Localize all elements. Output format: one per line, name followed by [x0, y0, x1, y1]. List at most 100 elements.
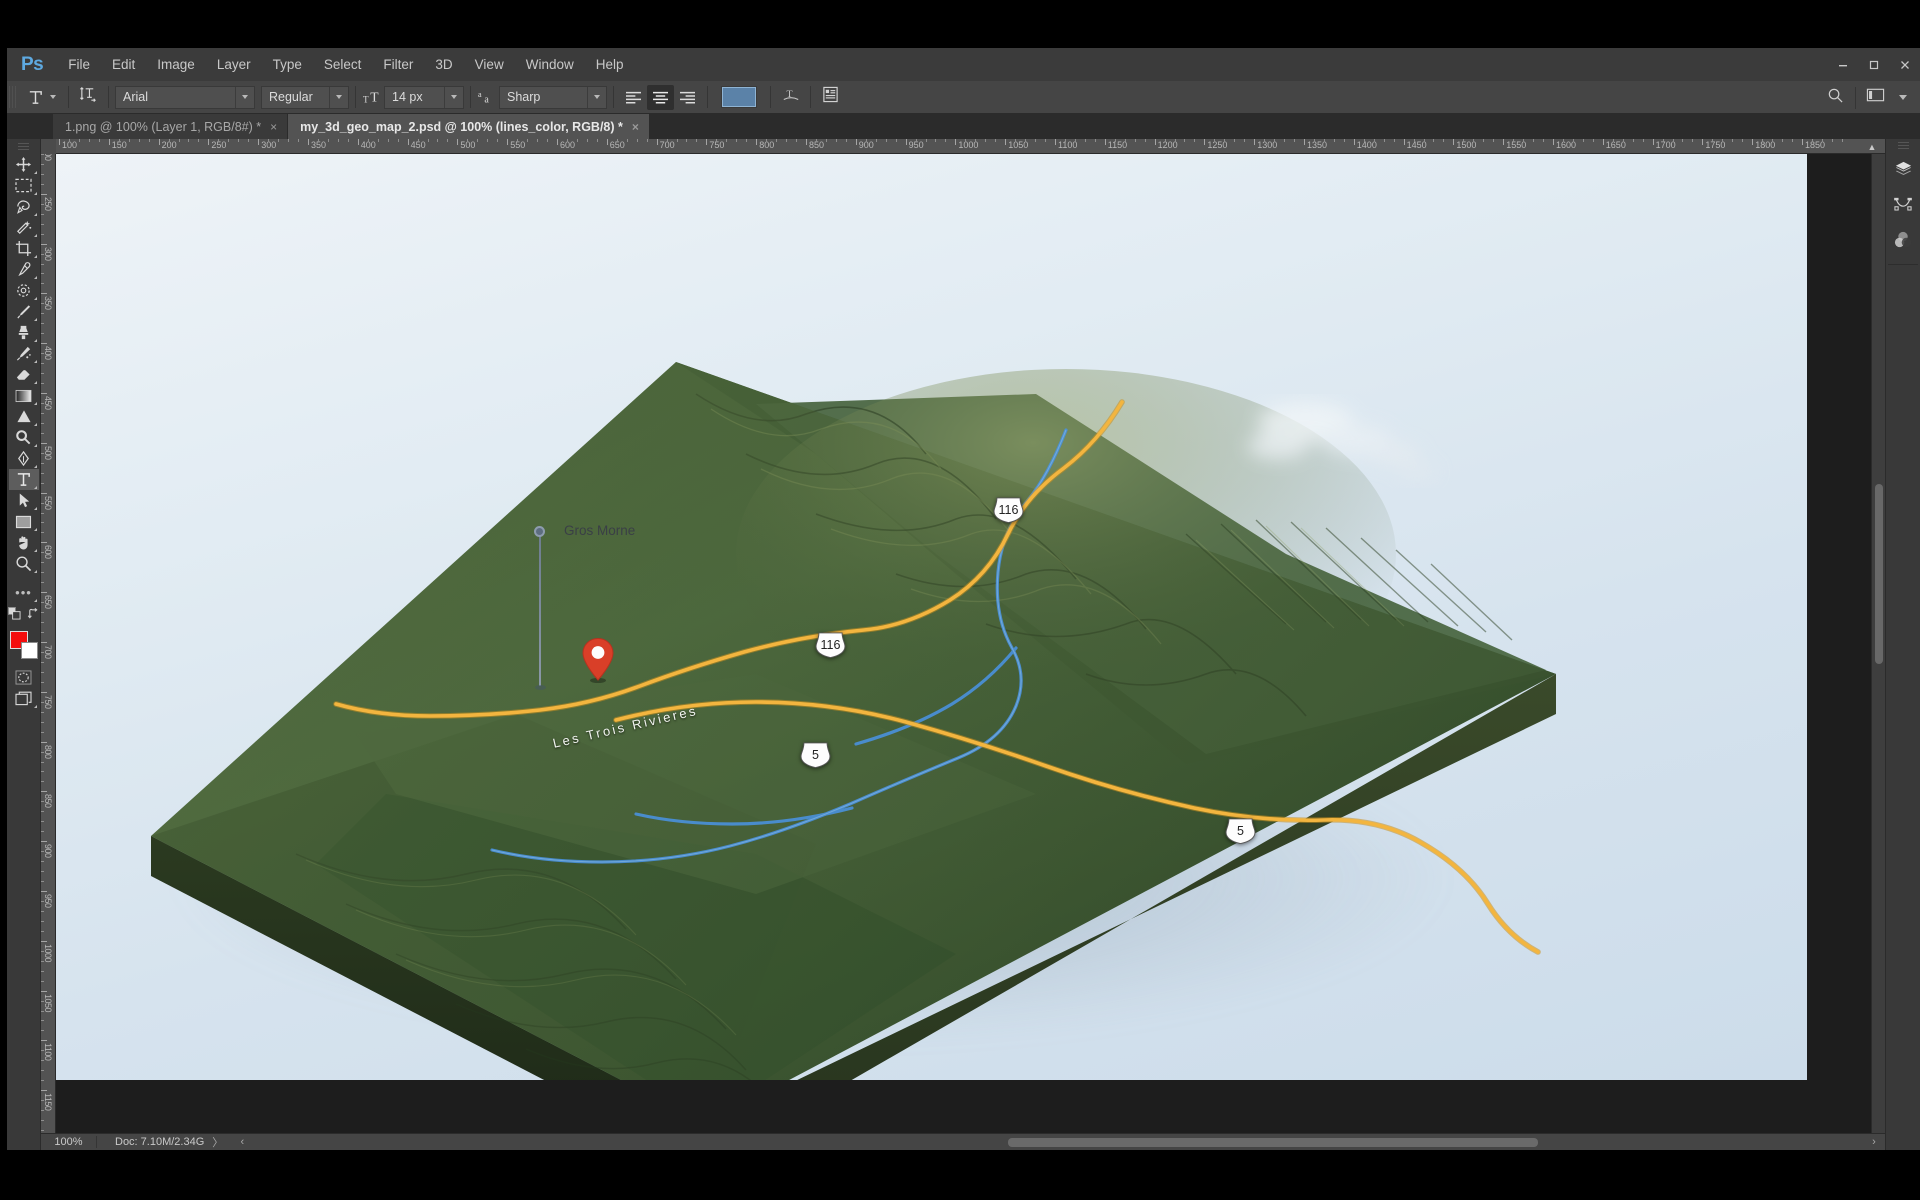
- edit-toolbar-button[interactable]: •••: [9, 582, 39, 603]
- anti-alias-chevron[interactable]: [587, 87, 606, 108]
- ruler-minor-tick: [41, 811, 44, 812]
- arrange-documents-button[interactable]: [1862, 85, 1889, 110]
- vertical-scrollbar[interactable]: [1871, 154, 1885, 1133]
- pen-tool[interactable]: [9, 448, 39, 469]
- route-shield-116-mid[interactable]: 116: [815, 631, 846, 659]
- font-style-chevron[interactable]: [329, 87, 348, 108]
- eyedropper-tool[interactable]: [9, 259, 39, 280]
- font-family-select[interactable]: Arial: [115, 86, 255, 109]
- ruler-minor-tick: [846, 139, 847, 142]
- ruler-minor-tick: [1782, 139, 1783, 142]
- blur-tool[interactable]: [9, 406, 39, 427]
- anti-alias-select[interactable]: Sharp: [499, 86, 607, 109]
- gradient-tool[interactable]: [9, 385, 39, 406]
- ruler-collapse-icon[interactable]: ▲: [1862, 139, 1882, 154]
- tab-1png[interactable]: 1.png @ 100% (Layer 1, RGB/8#) * ×: [53, 114, 288, 139]
- ruler-minor-tick: [497, 139, 498, 142]
- hand-tool[interactable]: [9, 532, 39, 553]
- menu-image[interactable]: Image: [146, 52, 206, 77]
- align-right-button[interactable]: [674, 85, 701, 110]
- tab-close-icon[interactable]: ×: [270, 120, 277, 134]
- character-paragraph-panels-button[interactable]: [817, 85, 844, 110]
- terrain-3d-model[interactable]: [56, 154, 1807, 1080]
- zoom-tool[interactable]: [9, 553, 39, 574]
- ruler-minor-tick: [41, 1080, 44, 1081]
- horizontal-scrollbar[interactable]: [253, 1134, 1863, 1151]
- color-swatches[interactable]: [10, 631, 38, 659]
- default-colors-icon[interactable]: [8, 607, 21, 625]
- horizontal-type-tool[interactable]: [9, 469, 39, 490]
- vertical-ruler[interactable]: 2002503003504004505005506006507007508008…: [41, 154, 56, 1150]
- background-color-swatch[interactable]: [21, 642, 38, 659]
- brush-tool[interactable]: [9, 301, 39, 322]
- rectangular-marquee-tool[interactable]: [9, 175, 39, 196]
- font-size-select[interactable]: 14 px: [384, 86, 464, 109]
- history-brush-tool[interactable]: [9, 343, 39, 364]
- rectangle-tool[interactable]: [9, 511, 39, 532]
- tool-preset-picker[interactable]: [18, 84, 62, 110]
- menu-help[interactable]: Help: [585, 52, 635, 77]
- route-shield-5-east[interactable]: 5: [1225, 817, 1256, 845]
- font-size-chevron[interactable]: [444, 87, 463, 108]
- search-button[interactable]: [1822, 85, 1849, 110]
- menu-layer[interactable]: Layer: [206, 52, 262, 77]
- paths-panel-button[interactable]: [1888, 189, 1919, 220]
- vertical-scrollbar-thumb[interactable]: [1875, 484, 1883, 664]
- magic-wand-tool[interactable]: [9, 217, 39, 238]
- menu-type[interactable]: Type: [262, 52, 313, 77]
- font-family-chevron[interactable]: [235, 87, 254, 108]
- layers-panel-button[interactable]: [1888, 154, 1919, 185]
- ruler-minor-tick: [677, 139, 678, 142]
- ruler-minor-tick: [41, 971, 44, 972]
- font-style-select[interactable]: Regular: [261, 86, 349, 109]
- menu-filter[interactable]: Filter: [372, 52, 424, 77]
- artboard[interactable]: Les Trois Rivieres Gros Morne: [56, 154, 1807, 1080]
- tools-panel-grip[interactable]: [18, 143, 29, 151]
- route-shield-116-north[interactable]: 116: [993, 496, 1024, 524]
- options-bar-grip[interactable]: [9, 86, 18, 108]
- menu-select[interactable]: Select: [313, 52, 373, 77]
- maximize-button[interactable]: [1858, 48, 1889, 81]
- lasso-tool[interactable]: [9, 196, 39, 217]
- path-selection-tool[interactable]: [9, 490, 39, 511]
- scroll-right-icon[interactable]: ›: [1863, 1136, 1885, 1148]
- location-marker[interactable]: [581, 637, 615, 683]
- eraser-tool[interactable]: [9, 364, 39, 385]
- adjustments-panel-button[interactable]: [1888, 224, 1919, 255]
- warp-text-button[interactable]: T: [777, 85, 804, 110]
- dodge-tool[interactable]: [9, 427, 39, 448]
- horizontal-ruler[interactable]: ▲ 10015020025030035040045050055060065070…: [41, 139, 1885, 154]
- text-color-button[interactable]: [714, 87, 764, 107]
- clone-stamp-tool[interactable]: [9, 322, 39, 343]
- minimize-button[interactable]: [1827, 48, 1858, 81]
- text-orientation-button[interactable]: [75, 85, 102, 110]
- swap-colors-icon[interactable]: [27, 607, 40, 625]
- panels-rail-grip[interactable]: [1898, 142, 1909, 150]
- status-expand-icon[interactable]: 〉: [204, 1134, 231, 1150]
- close-button[interactable]: [1889, 48, 1920, 81]
- menu-view[interactable]: View: [464, 52, 515, 77]
- workspace-chevron-button[interactable]: [1889, 85, 1916, 110]
- menu-file[interactable]: File: [57, 52, 101, 77]
- zoom-level[interactable]: 100%: [41, 1136, 97, 1148]
- horizontal-scrollbar-thumb[interactable]: [1008, 1138, 1538, 1147]
- canvas-viewport[interactable]: Les Trois Rivieres Gros Morne: [56, 154, 1885, 1133]
- align-left-button[interactable]: [620, 85, 647, 110]
- ruler-minor-tick: [139, 139, 140, 142]
- tab-close-icon[interactable]: ×: [632, 120, 639, 134]
- ruler-minor-tick: [348, 139, 349, 142]
- screen-mode-button[interactable]: [9, 688, 39, 709]
- align-center-button[interactable]: [647, 85, 674, 110]
- quick-mask-button[interactable]: [9, 667, 39, 688]
- scroll-left-icon[interactable]: ‹: [231, 1136, 253, 1148]
- spot-healing-brush-tool[interactable]: [9, 280, 39, 301]
- ruler-minor-tick: [487, 139, 488, 142]
- crop-tool[interactable]: [9, 238, 39, 259]
- ruler-minor-tick: [826, 139, 827, 142]
- menu-3d[interactable]: 3D: [424, 52, 463, 77]
- menu-window[interactable]: Window: [515, 52, 585, 77]
- move-tool[interactable]: [9, 154, 39, 175]
- route-shield-5-west[interactable]: 5: [800, 741, 831, 769]
- menu-edit[interactable]: Edit: [101, 52, 146, 77]
- tab-my-3d-geo-map-2[interactable]: my_3d_geo_map_2.psd @ 100% (lines_color,…: [288, 114, 650, 139]
